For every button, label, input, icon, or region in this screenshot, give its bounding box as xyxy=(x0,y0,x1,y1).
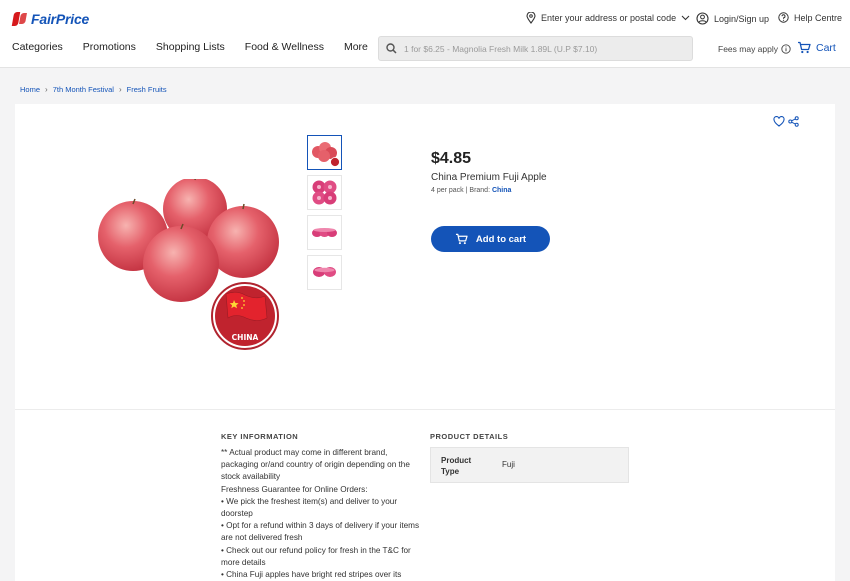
key-info-line: • Opt for a refund within 3 days of deli… xyxy=(221,521,420,543)
thumbnail-gallery xyxy=(307,135,342,290)
fees-label: Fees may apply xyxy=(718,44,778,54)
chevron-down-icon xyxy=(681,15,690,21)
search-input[interactable]: 1 for $6.25 - Magnolia Fresh Milk 1.89L … xyxy=(404,44,597,54)
product-details-table: Product Type Fuji xyxy=(430,447,629,483)
top-header: FairPrice Enter your address or postal c… xyxy=(0,0,850,68)
product-details-heading: PRODUCT DETAILS xyxy=(430,432,509,441)
product-card: CHINA $4.85 China Premium Fuji Apple 4 p… xyxy=(15,104,835,581)
main-nav: Categories Promotions Shopping Lists Foo… xyxy=(12,41,368,53)
help-icon xyxy=(778,12,789,23)
svg-text:CHINA: CHINA xyxy=(232,333,259,342)
key-info-line: • Check out our refund policy for fresh … xyxy=(221,545,411,567)
thumbnail-apples-image xyxy=(313,267,336,277)
heart-icon[interactable] xyxy=(773,116,785,127)
thumbnail-apples-image xyxy=(312,142,340,167)
pack-size: 4 per pack | Brand: xyxy=(431,187,492,194)
info-icon xyxy=(781,44,791,54)
key-information-heading: KEY INFORMATION xyxy=(221,432,299,441)
login-label: Login/Sign up xyxy=(714,13,770,24)
cart-button[interactable]: Cart xyxy=(797,41,836,54)
breadcrumb-fresh-fruits[interactable]: Fresh Fruits xyxy=(127,85,167,94)
key-info-line: • We pick the freshest item(s) and deliv… xyxy=(221,496,398,519)
search-icon xyxy=(386,43,397,54)
search-bar[interactable]: 1 for $6.25 - Magnolia Fresh Milk 1.89L … xyxy=(378,36,693,61)
add-to-cart-button[interactable]: Add to cart xyxy=(431,226,550,252)
nav-item-shopping-lists[interactable]: Shopping Lists xyxy=(156,41,225,53)
product-actions xyxy=(773,116,799,127)
key-info-line: • China Fuji apples have bright red stri… xyxy=(221,570,402,580)
section-divider xyxy=(15,409,835,410)
breadcrumb-home[interactable]: Home xyxy=(20,85,40,94)
brand-link[interactable]: China xyxy=(492,187,511,194)
nav-item-food-wellness[interactable]: Food & Wellness xyxy=(245,41,324,53)
product-type-label: Product Type xyxy=(441,456,472,476)
product-name: China Premium Fuji Apple xyxy=(431,172,547,183)
breadcrumb-7th-month-festival[interactable]: 7th Month Festival xyxy=(53,85,114,94)
login-signup-link[interactable]: Login/Sign up xyxy=(696,12,769,25)
chevron-right-icon: › xyxy=(45,85,48,94)
cart-label: Cart xyxy=(816,41,836,54)
chevron-right-icon: › xyxy=(118,85,122,94)
nav-item-more[interactable]: More xyxy=(344,41,368,53)
cart-icon xyxy=(798,41,811,54)
add-to-cart-label: Add to cart xyxy=(475,233,527,245)
product-main-image: CHINA xyxy=(98,179,279,350)
product-meta: 4 per pack | Brand: China xyxy=(431,187,511,194)
nav-item-categories[interactable]: Categories xyxy=(12,41,63,53)
key-information-text: ** Actual product may come in different … xyxy=(221,447,423,581)
thumbnail-1[interactable] xyxy=(307,135,342,170)
brand-name: FairPrice xyxy=(31,11,90,27)
address-label: Enter your address or postal code xyxy=(541,13,677,23)
help-label: Help Centre xyxy=(794,12,843,23)
breadcrumb: Home › 7th Month Festival › Fresh Fruits xyxy=(20,85,167,94)
thumbnail-apples-image xyxy=(312,228,337,237)
fees-info[interactable]: Fees may apply xyxy=(718,44,791,54)
help-centre-link[interactable]: Help Centre xyxy=(778,12,842,23)
fairprice-logo[interactable]: FairPrice xyxy=(12,11,89,27)
address-selector[interactable]: Enter your address or postal code xyxy=(526,12,690,24)
cart-icon xyxy=(455,233,468,245)
share-icon[interactable] xyxy=(788,116,799,127)
product-type-value: Fuji xyxy=(502,460,515,469)
key-info-line: ** Actual product may come in different … xyxy=(221,448,410,482)
fairprice-logo-icon xyxy=(12,11,28,27)
user-circle-icon xyxy=(696,12,709,25)
thumbnail-2[interactable] xyxy=(307,175,342,210)
product-price: $4.85 xyxy=(431,150,472,167)
thumbnail-apples-image xyxy=(312,180,337,205)
key-info-line: Freshness Guarantee for Online Orders: xyxy=(221,484,368,494)
thumbnail-4[interactable] xyxy=(307,255,342,290)
thumbnail-3[interactable] xyxy=(307,215,342,250)
nav-item-promotions[interactable]: Promotions xyxy=(83,41,136,53)
location-pin-icon xyxy=(526,12,536,24)
china-origin-badge: CHINA xyxy=(211,282,279,350)
